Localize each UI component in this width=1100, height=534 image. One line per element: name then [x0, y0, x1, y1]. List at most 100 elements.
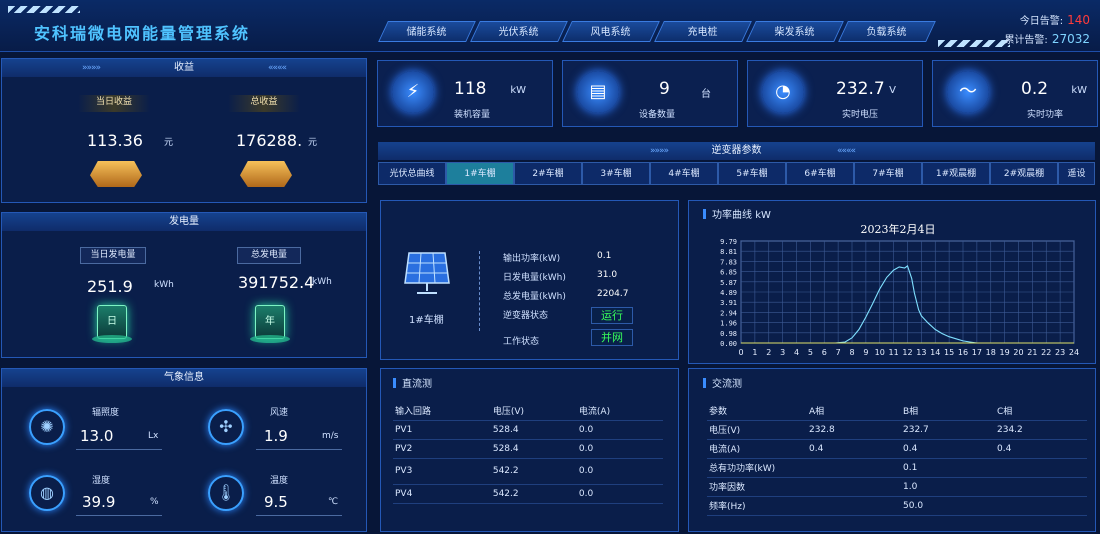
- kpi-card-power: 〜 0.2 kW 实时功率: [932, 60, 1098, 127]
- work-status-label: 工作状态: [503, 337, 540, 347]
- humidity-icon: ◍: [29, 475, 65, 511]
- tab-charger[interactable]: 充电桩: [654, 21, 752, 42]
- gold-icon: [90, 161, 142, 187]
- dc-cell: 528.4: [490, 439, 577, 459]
- y-tick-label: 6.85: [720, 269, 737, 277]
- total-gen-label: 总发电量: [237, 247, 301, 264]
- x-tick-label: 23: [1055, 348, 1065, 357]
- ac-cell: [807, 496, 901, 516]
- tab-load[interactable]: 负载系统: [838, 21, 936, 42]
- today-income-label: 当日收益: [78, 95, 150, 112]
- inverter-tab[interactable]: 光伏总曲线: [378, 162, 446, 185]
- x-tick-label: 9: [863, 348, 868, 357]
- table-row: PV3 542.2 0.0: [393, 458, 663, 485]
- inverter-tabs: 光伏总曲线 1#车棚 2#车棚 3#车棚 4#车棚 5#车棚 6#车棚 7#车棚 1#观晨棚 2#…: [378, 162, 1095, 185]
- ac-cell: 电压(V): [707, 420, 807, 440]
- ac-title: 交流测: [703, 375, 742, 390]
- x-tick-label: 17: [972, 348, 982, 357]
- calendar-day-icon: 日: [97, 305, 127, 339]
- ac-header: B相: [901, 401, 995, 421]
- inverter-tab[interactable]: 6#车棚: [786, 162, 854, 185]
- solar-panel-icon: [404, 252, 450, 294]
- gauge-icon: ◔: [762, 71, 804, 113]
- x-tick-label: 11: [889, 348, 899, 357]
- inverter-tab[interactable]: 4#车棚: [650, 162, 718, 185]
- inverter-tab[interactable]: 1#车棚: [446, 162, 514, 185]
- y-tick-label: 9.79: [720, 238, 737, 246]
- inverter-tab[interactable]: 遥设: [1058, 162, 1095, 185]
- divider: [256, 515, 342, 516]
- ac-cell: 功率因数: [707, 477, 807, 497]
- irradiance-value: 13.0: [80, 427, 114, 445]
- inverter-tab[interactable]: 5#车棚: [718, 162, 786, 185]
- icon-base: [92, 335, 132, 343]
- weather-panel: 气象信息 ✺ 辐照度 13.0 Lx ✣ 风速 1.9 m/s ◍ 湿度 39.…: [1, 368, 367, 532]
- stripe-decoration: [938, 40, 1010, 47]
- humidity-unit: %: [150, 497, 159, 507]
- table-row: 总有功功率(kW) 0.1: [707, 458, 1087, 478]
- dc-cell: 542.2: [490, 484, 577, 504]
- tab-wind[interactable]: 风电系统: [562, 21, 660, 42]
- ac-header: C相: [995, 401, 1087, 421]
- panel-header: 气象信息: [2, 369, 366, 387]
- app-title: 安科瑞微电网能量管理系统: [34, 24, 251, 43]
- ac-cell: 频率(Hz): [707, 496, 807, 516]
- dc-table: 输入回路 电压(V) 电流(A) PV1 528.4 0.0 PV2 528.4 0.0 P…: [393, 401, 663, 504]
- x-tick-label: 18: [986, 348, 996, 357]
- dc-cell: 0.0: [576, 439, 663, 459]
- ac-cell: 总有功功率(kW): [707, 458, 807, 478]
- inverter-tab[interactable]: 2#车棚: [514, 162, 582, 185]
- y-tick-label: 8.81: [720, 248, 737, 256]
- dc-cell: PV2: [393, 439, 491, 459]
- dc-panel: 直流测 输入回路 电压(V) 电流(A) PV1 528.4 0.0 PV2 528.4 0…: [380, 368, 679, 532]
- y-tick-label: 7.83: [720, 258, 737, 266]
- ac-panel: 交流测 参数 A相 B相 C相 电压(V) 232.8 232.7 234.2 电流(A) 0…: [688, 368, 1096, 532]
- tab-pv[interactable]: 光伏系统: [470, 21, 568, 42]
- inverter-header: »»»» 逆变器参数 ««««: [378, 142, 1095, 160]
- alarm-total[interactable]: 累计告警: 27032: [1004, 31, 1090, 46]
- tab-storage[interactable]: 储能系统: [378, 21, 476, 42]
- ac-cell: 电流(A): [707, 439, 807, 459]
- kpi-unit: V: [889, 85, 896, 96]
- dc-title: 直流测: [393, 375, 432, 390]
- x-tick-label: 10: [875, 348, 885, 357]
- inverter-tab[interactable]: 3#车棚: [582, 162, 650, 185]
- table-row: 电压(V) 232.8 232.7 234.2: [707, 420, 1087, 440]
- kpi-label: 装机容量: [454, 110, 491, 120]
- ac-table: 参数 A相 B相 C相 电压(V) 232.8 232.7 234.2 电流(A) 0.4 0.…: [707, 401, 1087, 516]
- irradiance-label: 辐照度: [92, 408, 120, 418]
- chevron-left-icon: ««««: [267, 63, 287, 73]
- ac-cell: [807, 458, 901, 478]
- inverter-tab[interactable]: 1#观晨棚: [922, 162, 990, 185]
- y-tick-label: 4.89: [720, 289, 737, 297]
- generation-panel: 发电量 当日发电量 总发电量 251.9 kWh 391752.4 kWh 日 …: [1, 212, 367, 358]
- y-tick-label: 0.00: [720, 340, 737, 348]
- total-gen-value: 2204.7: [597, 289, 629, 299]
- kpi-unit: kW: [510, 85, 526, 96]
- table-row: PV4 542.2 0.0: [393, 484, 663, 504]
- humidity-value: 39.9: [82, 493, 116, 511]
- inverter-tab[interactable]: 2#观晨棚: [990, 162, 1058, 185]
- ac-cell: 234.2: [995, 420, 1087, 440]
- table-row: PV1 528.4 0.0: [393, 420, 663, 440]
- stripe-decoration: [8, 6, 80, 13]
- inv-status-badge: 运行: [591, 307, 633, 324]
- today-income-value: 113.36: [87, 131, 143, 150]
- fan-icon: ✣: [208, 409, 244, 445]
- ac-cell: 0.4: [901, 439, 995, 459]
- today-income-unit: 元: [164, 138, 174, 148]
- ac-header: 参数: [707, 401, 807, 421]
- x-tick-label: 24: [1069, 348, 1079, 357]
- panel-header: 发电量: [2, 213, 366, 231]
- out-power-value: 0.1: [597, 251, 612, 261]
- tab-diesel[interactable]: 柴发系统: [746, 21, 844, 42]
- alarm-today[interactable]: 今日告警: 140: [1020, 12, 1090, 27]
- inverter-tab[interactable]: 7#车棚: [854, 162, 922, 185]
- dc-cell: 542.2: [490, 458, 577, 485]
- ac-cell: 0.1: [901, 458, 995, 478]
- total-gen-label: 总发电量(kWh): [503, 292, 566, 302]
- ac-cell: 232.7: [901, 420, 995, 440]
- x-tick-label: 15: [944, 348, 954, 357]
- ac-cell: [807, 477, 901, 497]
- kpi-value: 0.2: [1021, 79, 1049, 99]
